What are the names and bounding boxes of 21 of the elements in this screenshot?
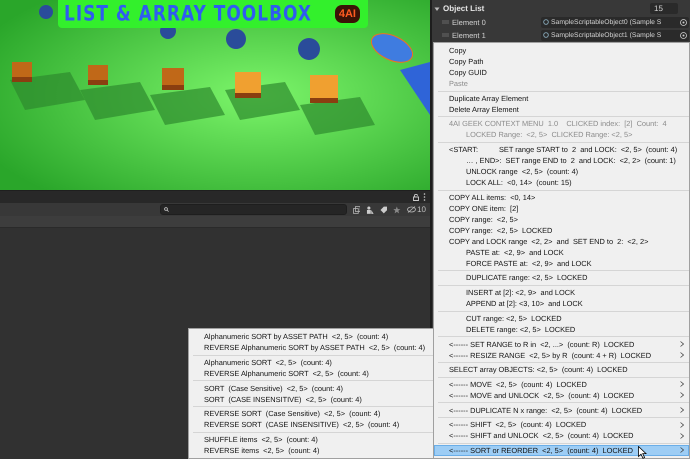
foldout-arrow-icon[interactable] [434, 6, 440, 12]
drag-handle-icon[interactable] [442, 33, 449, 37]
chevron-right-icon [680, 447, 684, 454]
tag-icon[interactable] [380, 206, 388, 214]
search-icon [164, 207, 169, 212]
logo: 4AI [334, 5, 360, 23]
filter-icon[interactable] [352, 206, 360, 214]
person-icon[interactable] [366, 206, 374, 214]
size-field[interactable]: 15 [650, 3, 678, 14]
lock-icon[interactable] [413, 194, 419, 200]
hidden-count-text: 10 [417, 205, 426, 214]
banner-title: LIST & ARRAY TOOLBOX [64, 2, 313, 26]
star-icon[interactable] [393, 206, 402, 214]
list-title: Object List [443, 4, 486, 13]
kebab-menu-icon[interactable] [423, 193, 426, 201]
mouse-pointer-icon [638, 446, 647, 459]
drag-handle-icon[interactable] [442, 20, 449, 24]
eye-slash-icon [407, 206, 416, 213]
chevron-right-icon [680, 407, 684, 414]
hidden-count[interactable]: 10 [407, 205, 426, 214]
search-field[interactable] [160, 204, 347, 215]
